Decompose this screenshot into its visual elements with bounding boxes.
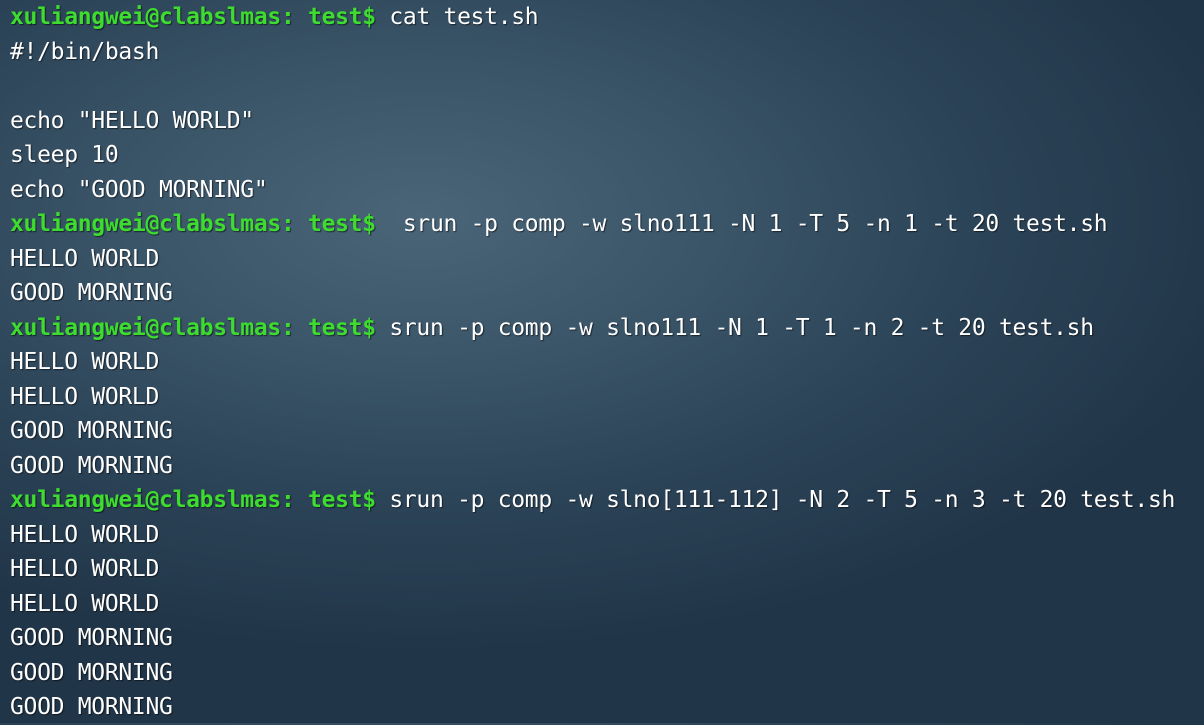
- output-line: echo "HELLO WORLD": [10, 107, 254, 134]
- shell-prompt: xuliangwei@clabslmas: test$: [10, 314, 376, 341]
- command-line: xuliangwei@clabslmas: test$ srun -p comp…: [10, 207, 1204, 242]
- command-line: xuliangwei@clabslmas: test$ srun -p comp…: [10, 311, 1204, 346]
- output-line: GOOD MORNING: [10, 694, 173, 720]
- command-text: srun -p comp -w slno[111-112] -N 2 -T 5 …: [375, 487, 1176, 513]
- output-line: HELLO WORLD: [10, 245, 160, 272]
- command-line: xuliangwei@clabslmas: test$ srun -p comp…: [10, 483, 1204, 518]
- shell-prompt: xuliangwei@clabslmas: test$: [10, 4, 376, 30]
- output-line: GOOD MORNING: [10, 452, 173, 479]
- command-line: xuliangwei@clabslmas: test$ cat test.sh: [10, 0, 1204, 35]
- output-line: HELLO WORLD: [10, 590, 160, 617]
- command-text: srun -p comp -w slno111 -N 1 -T 5 -n 1 -…: [375, 211, 1108, 237]
- shell-prompt: xuliangwei@clabslmas: test$: [10, 211, 376, 237]
- output-line: #!/bin/bash: [10, 38, 160, 65]
- output-line: HELLO WORLD: [10, 383, 160, 410]
- output-line: GOOD MORNING: [10, 625, 173, 651]
- output-line: HELLO WORLD: [10, 349, 160, 375]
- command-text: cat test.sh: [375, 4, 539, 30]
- output-line: GOOD MORNING: [10, 280, 173, 306]
- shell-prompt: xuliangwei@clabslmas: test$: [10, 487, 376, 513]
- output-line: HELLO WORLD: [10, 521, 160, 548]
- terminal-window[interactable]: xuliangwei@clabslmas: test$ cat test.sh …: [0, 0, 1204, 723]
- output-line: GOOD MORNING: [10, 659, 173, 686]
- output-line: sleep 10: [10, 142, 119, 168]
- command-text: srun -p comp -w slno111 -N 1 -T 1 -n 2 -…: [375, 314, 1094, 341]
- output-line: HELLO WORLD: [10, 556, 160, 582]
- output-line: GOOD MORNING: [10, 418, 173, 444]
- output-line: echo "GOOD MORNING": [10, 176, 268, 203]
